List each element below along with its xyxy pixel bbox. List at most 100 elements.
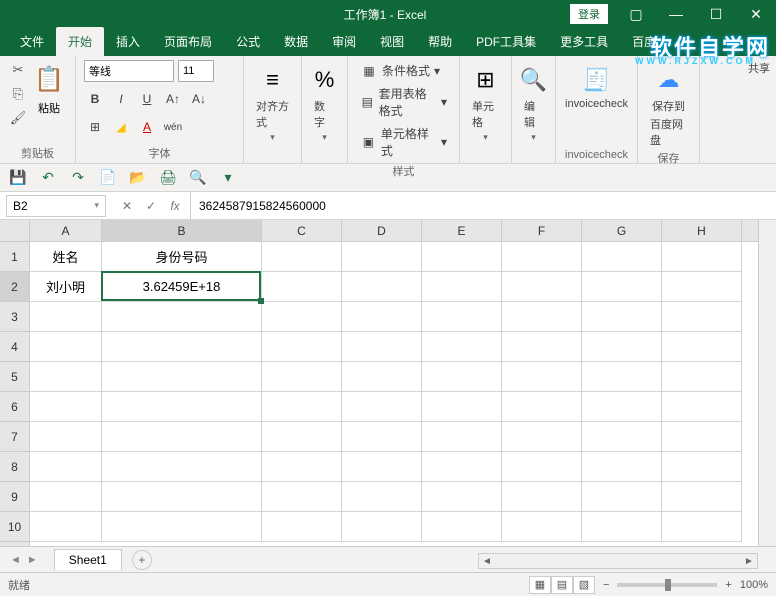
cell-D1[interactable]: [342, 242, 422, 272]
save-baidu-button[interactable]: ☁ 保存到 百度网盘: [646, 60, 691, 148]
edit-button[interactable]: 🔍 编辑 ▾: [520, 60, 547, 143]
cell-C9[interactable]: [262, 482, 342, 512]
format-painter-icon[interactable]: 🖌: [8, 108, 28, 128]
tab-data[interactable]: 数据: [272, 27, 320, 56]
col-header-D[interactable]: D: [342, 220, 422, 241]
preview-icon[interactable]: 🔍: [188, 168, 208, 188]
zoom-out-icon[interactable]: −: [603, 579, 609, 591]
cell-H9[interactable]: [662, 482, 742, 512]
sheet-nav-next-icon[interactable]: ►: [27, 554, 38, 566]
tab-view[interactable]: 视图: [368, 27, 416, 56]
undo-icon[interactable]: ↶: [38, 168, 58, 188]
cell-F3[interactable]: [502, 302, 582, 332]
col-header-G[interactable]: G: [582, 220, 662, 241]
cell-G4[interactable]: [582, 332, 662, 362]
cell-B2[interactable]: 3.62459E+18: [102, 272, 262, 302]
cell-A2[interactable]: 刘小明: [30, 272, 102, 302]
cell-C7[interactable]: [262, 422, 342, 452]
cell-C3[interactable]: [262, 302, 342, 332]
border-button[interactable]: ⊞: [84, 116, 106, 138]
confirm-formula-icon[interactable]: ✓: [142, 199, 160, 213]
cell-F2[interactable]: [502, 272, 582, 302]
cell-B9[interactable]: [102, 482, 262, 512]
cell-G3[interactable]: [582, 302, 662, 332]
cell-F7[interactable]: [502, 422, 582, 452]
formula-input[interactable]: 3624587915824560000: [191, 199, 776, 213]
tab-baidu[interactable]: 百度: [620, 27, 668, 56]
tab-home[interactable]: 开始: [56, 27, 104, 56]
cell-H10[interactable]: [662, 512, 742, 542]
name-box[interactable]: B2▾: [6, 195, 106, 217]
tab-pdf[interactable]: PDF工具集: [464, 27, 548, 56]
fill-color-button[interactable]: ◢: [110, 116, 132, 138]
ribbon-options-icon[interactable]: ▢: [616, 0, 656, 28]
cell-H4[interactable]: [662, 332, 742, 362]
col-header-F[interactable]: F: [502, 220, 582, 241]
sheet-nav-prev-icon[interactable]: ◄: [10, 554, 21, 566]
cell-B7[interactable]: [102, 422, 262, 452]
cell-B8[interactable]: [102, 452, 262, 482]
row-header-6[interactable]: 6: [0, 392, 29, 422]
cell-styles-button[interactable]: ▣单元格样式 ▾: [356, 123, 451, 161]
row-header-5[interactable]: 5: [0, 362, 29, 392]
scroll-right-icon[interactable]: ►: [741, 556, 757, 567]
row-header-10[interactable]: 10: [0, 512, 29, 542]
cell-D6[interactable]: [342, 392, 422, 422]
cancel-formula-icon[interactable]: ✕: [118, 199, 136, 213]
qat-more-icon[interactable]: ▾: [218, 168, 238, 188]
cell-G6[interactable]: [582, 392, 662, 422]
cell-B5[interactable]: [102, 362, 262, 392]
tab-help[interactable]: 帮助: [416, 27, 464, 56]
paste-icon[interactable]: 📋: [34, 60, 64, 98]
cell-A9[interactable]: [30, 482, 102, 512]
cell-F8[interactable]: [502, 452, 582, 482]
cell-G1[interactable]: [582, 242, 662, 272]
cell-G7[interactable]: [582, 422, 662, 452]
row-header-4[interactable]: 4: [0, 332, 29, 362]
decrease-font-icon[interactable]: A↓: [188, 88, 210, 110]
cell-A3[interactable]: [30, 302, 102, 332]
alignment-button[interactable]: ≡ 对齐方式 ▾: [252, 60, 293, 143]
cell-G9[interactable]: [582, 482, 662, 512]
cell-H2[interactable]: [662, 272, 742, 302]
italic-button[interactable]: I: [110, 88, 132, 110]
paste-label[interactable]: 粘贴: [38, 100, 60, 116]
cell-B3[interactable]: [102, 302, 262, 332]
cell-F6[interactable]: [502, 392, 582, 422]
cell-D7[interactable]: [342, 422, 422, 452]
row-header-8[interactable]: 8: [0, 452, 29, 482]
font-size-select[interactable]: [178, 60, 214, 82]
cell-H8[interactable]: [662, 452, 742, 482]
cell-E4[interactable]: [422, 332, 502, 362]
maximize-icon[interactable]: ☐: [696, 0, 736, 28]
zoom-slider[interactable]: [617, 583, 717, 587]
cell-H5[interactable]: [662, 362, 742, 392]
underline-button[interactable]: U: [136, 88, 158, 110]
row-header-2[interactable]: 2: [0, 272, 29, 302]
select-all-corner[interactable]: [0, 220, 29, 242]
col-header-E[interactable]: E: [422, 220, 502, 241]
zoom-level[interactable]: 100%: [740, 579, 768, 591]
cell-H3[interactable]: [662, 302, 742, 332]
cell-E10[interactable]: [422, 512, 502, 542]
cell-B6[interactable]: [102, 392, 262, 422]
cell-H7[interactable]: [662, 422, 742, 452]
horizontal-scrollbar[interactable]: ◄ ►: [478, 553, 758, 569]
save-icon[interactable]: 💾: [8, 168, 28, 188]
cell-G10[interactable]: [582, 512, 662, 542]
cell-H1[interactable]: [662, 242, 742, 272]
increase-font-icon[interactable]: A↑: [162, 88, 184, 110]
phonetic-button[interactable]: wén: [162, 116, 184, 138]
cell-D2[interactable]: [342, 272, 422, 302]
cell-E1[interactable]: [422, 242, 502, 272]
cell-A6[interactable]: [30, 392, 102, 422]
tab-review[interactable]: 审阅: [320, 27, 368, 56]
cell-G2[interactable]: [582, 272, 662, 302]
tab-insert[interactable]: 插入: [104, 27, 152, 56]
cell-E3[interactable]: [422, 302, 502, 332]
bold-button[interactable]: B: [84, 88, 106, 110]
normal-view-icon[interactable]: ▦: [529, 576, 551, 594]
cell-B10[interactable]: [102, 512, 262, 542]
cell-D3[interactable]: [342, 302, 422, 332]
row-header-1[interactable]: 1: [0, 242, 29, 272]
